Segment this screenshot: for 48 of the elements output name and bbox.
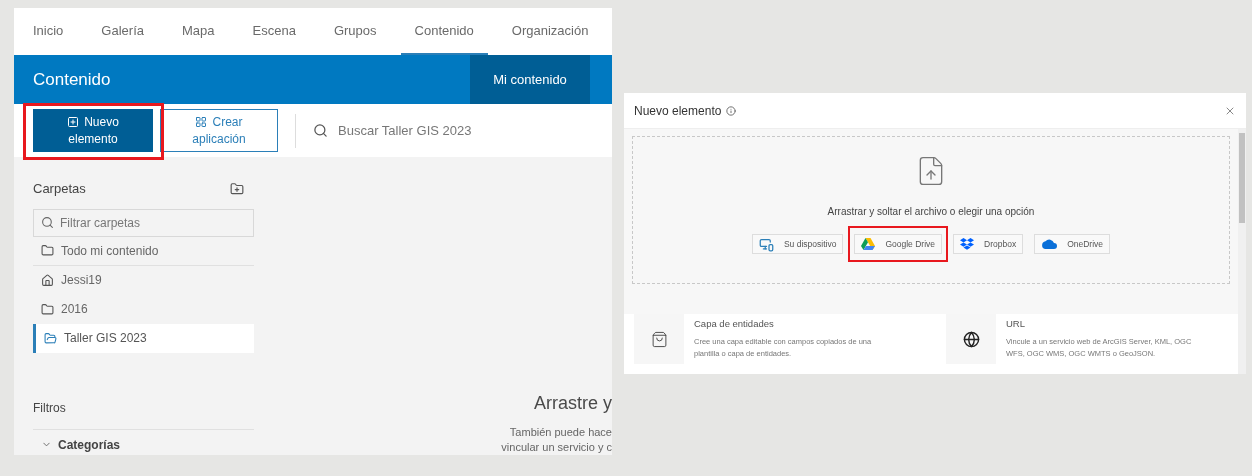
nav-tab[interactable]: Organización (497, 8, 603, 55)
nav-tab[interactable]: Escena (238, 8, 310, 55)
folder-icon (41, 302, 54, 316)
empty-state-text: vincular un servicio y c (501, 440, 612, 455)
create-app-button[interactable]: Crear aplicación (160, 109, 278, 153)
source-button[interactable]: Su dispositivo (751, 234, 844, 254)
scrollbar[interactable] (1238, 129, 1246, 374)
monitor-icon (758, 236, 774, 252)
source-button[interactable]: OneDrive (1034, 234, 1111, 254)
filter-folders-field[interactable]: Filtrar carpetas (33, 208, 254, 237)
empty-state-text: También puede hace (509, 425, 612, 440)
info-icon[interactable] (726, 105, 737, 116)
dropbox-logo-icon (960, 238, 974, 250)
cloud-logo-icon (1041, 239, 1058, 249)
page-title: Contenido (33, 68, 111, 91)
folder-icon (41, 244, 54, 257)
source-button[interactable]: Google Drive (854, 234, 942, 254)
globe-icon (962, 330, 980, 348)
grid-icon (195, 116, 208, 129)
option-title: URL (1006, 317, 1026, 331)
folder-item[interactable]: Jessi19 (33, 265, 254, 295)
dialog-title: Nuevo elemento (634, 102, 722, 120)
search-icon (313, 123, 328, 139)
new-folder-icon[interactable] (230, 181, 244, 196)
nav-tab[interactable]: Inicio (19, 8, 78, 55)
search-icon (41, 215, 54, 229)
nav-tab[interactable]: Galería (87, 8, 158, 55)
nav-tab[interactable]: Grupos (319, 8, 391, 55)
new-item-button[interactable]: Nuevo elemento (33, 109, 153, 153)
my-content-tab[interactable]: Mi contenido (470, 54, 590, 105)
house-icon (41, 273, 54, 287)
folder-item[interactable]: 2016 (33, 294, 254, 324)
drive-logo-icon (861, 238, 876, 250)
option-title: Capa de entidades (694, 317, 775, 331)
bag-icon (650, 330, 668, 348)
source-button[interactable]: Dropbox (953, 234, 1024, 254)
filters-heading: Filtros (33, 399, 67, 417)
folder-icon (44, 331, 57, 345)
search-field[interactable]: Buscar Taller GIS 2023 (338, 120, 612, 141)
folder-item[interactable]: Todo mi contenido (33, 236, 254, 266)
nav-tab[interactable]: Mapa (168, 8, 229, 55)
drop-prompt: Arrastrar y soltar el archivo o elegir una opción (827, 205, 1035, 219)
folder-item[interactable]: Taller GIS 2023 (33, 323, 254, 353)
folders-heading: Carpetas (33, 180, 86, 198)
category-toggle[interactable]: Categorías (33, 429, 254, 454)
plus-square-icon (67, 116, 80, 129)
drop-zone[interactable]: Arrastrar y soltar el archivo o elegir una opción Su dispositivo Google Drive Dropbox OneDrive (632, 136, 1230, 284)
empty-state-heading: Arrastre y (534, 392, 612, 415)
